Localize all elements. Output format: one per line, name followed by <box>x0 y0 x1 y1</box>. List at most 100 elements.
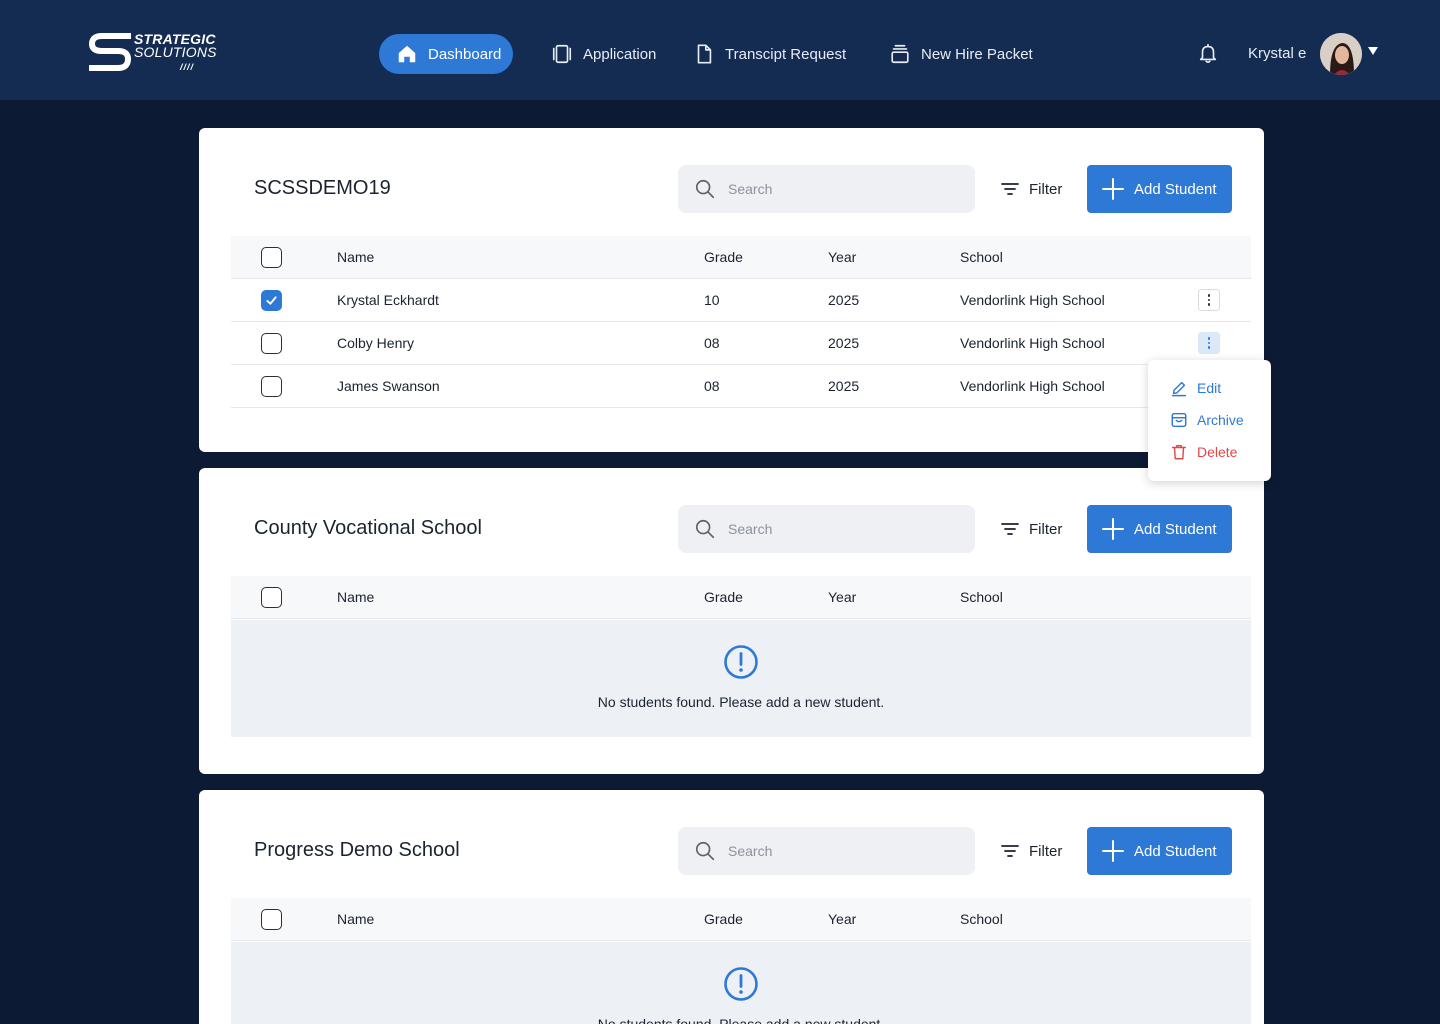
search-input[interactable]: Search <box>678 827 975 875</box>
table-row[interactable]: Colby Henry 08 2025 Vendorlink High Scho… <box>231 322 1251 365</box>
top-navigation-bar: STRATEGIC SOLUTIONS //// Dashboard Appli… <box>0 0 1440 100</box>
student-name: James Swanson <box>337 378 440 394</box>
column-header-school[interactable]: School <box>960 236 1003 278</box>
search-input[interactable]: Search <box>678 505 975 553</box>
select-all-checkbox[interactable] <box>261 586 282 608</box>
column-header-grade[interactable]: Grade <box>704 898 743 940</box>
document-icon <box>697 44 712 64</box>
nav-new-hire-packet[interactable]: New Hire Packet <box>889 34 1033 74</box>
nav-newhire-label: New Hire Packet <box>921 45 1033 63</box>
empty-state: No students found. Please add a new stud… <box>231 942 1251 1024</box>
filter-label: Filter <box>1029 180 1063 198</box>
nav-application-label: Application <box>583 45 657 63</box>
school-card-scssdemo19: SCSSDEMO19 Search Filter Add Student Nam… <box>199 128 1264 452</box>
filter-button[interactable]: Filter <box>1001 827 1062 875</box>
column-header-name[interactable]: Name <box>337 236 374 278</box>
student-name: Krystal Eckhardt <box>337 292 439 308</box>
plus-icon <box>1102 518 1124 540</box>
user-name[interactable]: Krystal e <box>1248 45 1306 62</box>
add-student-label: Add Student <box>1134 180 1217 198</box>
menu-item-edit[interactable]: Edit <box>1170 378 1221 398</box>
card-title: Progress Demo School <box>254 839 460 861</box>
table-row[interactable]: James Swanson 08 2025 Vendorlink High Sc… <box>231 365 1251 408</box>
nav-application[interactable]: Application <box>551 34 656 74</box>
filter-icon <box>1001 845 1019 857</box>
archive-icon <box>1171 412 1187 428</box>
checkmark-icon <box>266 295 277 305</box>
card-title: County Vocational School <box>254 517 482 539</box>
table-header: Name Grade Year School <box>231 576 1251 619</box>
column-header-year[interactable]: Year <box>828 898 856 940</box>
search-input[interactable]: Search <box>678 165 975 213</box>
student-grade: 10 <box>704 292 720 308</box>
column-header-school[interactable]: School <box>960 576 1003 618</box>
empty-state: No students found. Please add a new stud… <box>231 620 1251 737</box>
home-icon <box>398 45 416 63</box>
student-school: Vendorlink High School <box>960 335 1105 351</box>
alert-circle-icon <box>724 967 758 1001</box>
select-all-checkbox[interactable] <box>261 246 282 268</box>
table-header: Name Grade Year School <box>231 236 1251 279</box>
filter-button[interactable]: Filter <box>1001 165 1062 213</box>
menu-item-archive-label: Archive <box>1197 412 1244 428</box>
student-year: 2025 <box>828 378 860 394</box>
column-header-name[interactable]: Name <box>337 898 374 940</box>
filter-icon <box>1001 523 1019 535</box>
user-photo <box>1320 33 1362 75</box>
table-row[interactable]: Krystal Eckhardt 10 2025 Vendorlink High… <box>231 279 1251 322</box>
menu-item-edit-label: Edit <box>1197 380 1222 396</box>
filter-icon <box>1001 183 1019 195</box>
column-header-school[interactable]: School <box>960 898 1003 940</box>
empty-state-message: No students found. Please add a new stud… <box>597 1016 885 1024</box>
row-checkbox[interactable] <box>261 332 282 354</box>
row-actions-kebab-icon[interactable] <box>1198 332 1220 354</box>
add-student-button[interactable]: Add Student <box>1087 827 1232 875</box>
add-student-button[interactable]: Add Student <box>1087 165 1232 213</box>
add-student-button[interactable]: Add Student <box>1087 505 1232 553</box>
filter-label: Filter <box>1029 842 1063 860</box>
filter-button[interactable]: Filter <box>1001 505 1062 553</box>
avatar[interactable] <box>1320 33 1362 75</box>
row-checkbox[interactable] <box>261 289 282 311</box>
strategic-solutions-logo[interactable]: STRATEGIC SOLUTIONS //// <box>88 30 217 76</box>
menu-item-delete[interactable]: Delete <box>1170 442 1237 462</box>
menu-item-delete-label: Delete <box>1197 444 1238 460</box>
application-icon <box>552 44 572 64</box>
menu-item-archive[interactable]: Archive <box>1170 410 1244 430</box>
nav-transcript-request[interactable]: Transcipt Request <box>693 34 846 74</box>
plus-icon <box>1102 840 1124 862</box>
search-placeholder: Search <box>728 843 773 859</box>
school-card-county-vocational: County Vocational School Search Filter A… <box>199 468 1264 774</box>
notification-bell-icon[interactable] <box>1197 42 1219 64</box>
row-actions-kebab-icon[interactable] <box>1198 289 1220 311</box>
nav-transcript-label: Transcipt Request <box>725 45 847 63</box>
student-grade: 08 <box>704 335 720 351</box>
student-name: Colby Henry <box>337 335 415 351</box>
student-grade: 08 <box>704 378 720 394</box>
nav-dashboard[interactable]: Dashboard <box>379 34 513 74</box>
logo-s-icon <box>88 33 132 71</box>
search-icon <box>695 841 715 861</box>
row-actions-menu: Edit Archive Delete <box>1148 360 1271 481</box>
column-header-grade[interactable]: Grade <box>704 576 743 618</box>
filter-label: Filter <box>1029 520 1063 538</box>
search-placeholder: Search <box>728 181 773 197</box>
nav-dashboard-label: Dashboard <box>428 45 502 63</box>
search-icon <box>695 519 715 539</box>
column-header-grade[interactable]: Grade <box>704 236 743 278</box>
packet-stack-icon <box>891 44 909 64</box>
table-header: Name Grade Year School <box>231 898 1251 941</box>
column-header-year[interactable]: Year <box>828 236 856 278</box>
empty-state-message: No students found. Please add a new stud… <box>597 694 885 710</box>
column-header-name[interactable]: Name <box>337 576 374 618</box>
column-header-year[interactable]: Year <box>828 576 856 618</box>
student-year: 2025 <box>828 292 860 308</box>
plus-icon <box>1102 178 1124 200</box>
select-all-checkbox[interactable] <box>261 908 282 930</box>
row-checkbox[interactable] <box>261 375 282 397</box>
student-school: Vendorlink High School <box>960 292 1105 308</box>
card-title: SCSSDEMO19 <box>254 177 391 199</box>
user-menu-chevron-down-icon[interactable] <box>1368 47 1378 55</box>
student-year: 2025 <box>828 335 860 351</box>
logo-speed-marks: //// <box>180 62 195 72</box>
